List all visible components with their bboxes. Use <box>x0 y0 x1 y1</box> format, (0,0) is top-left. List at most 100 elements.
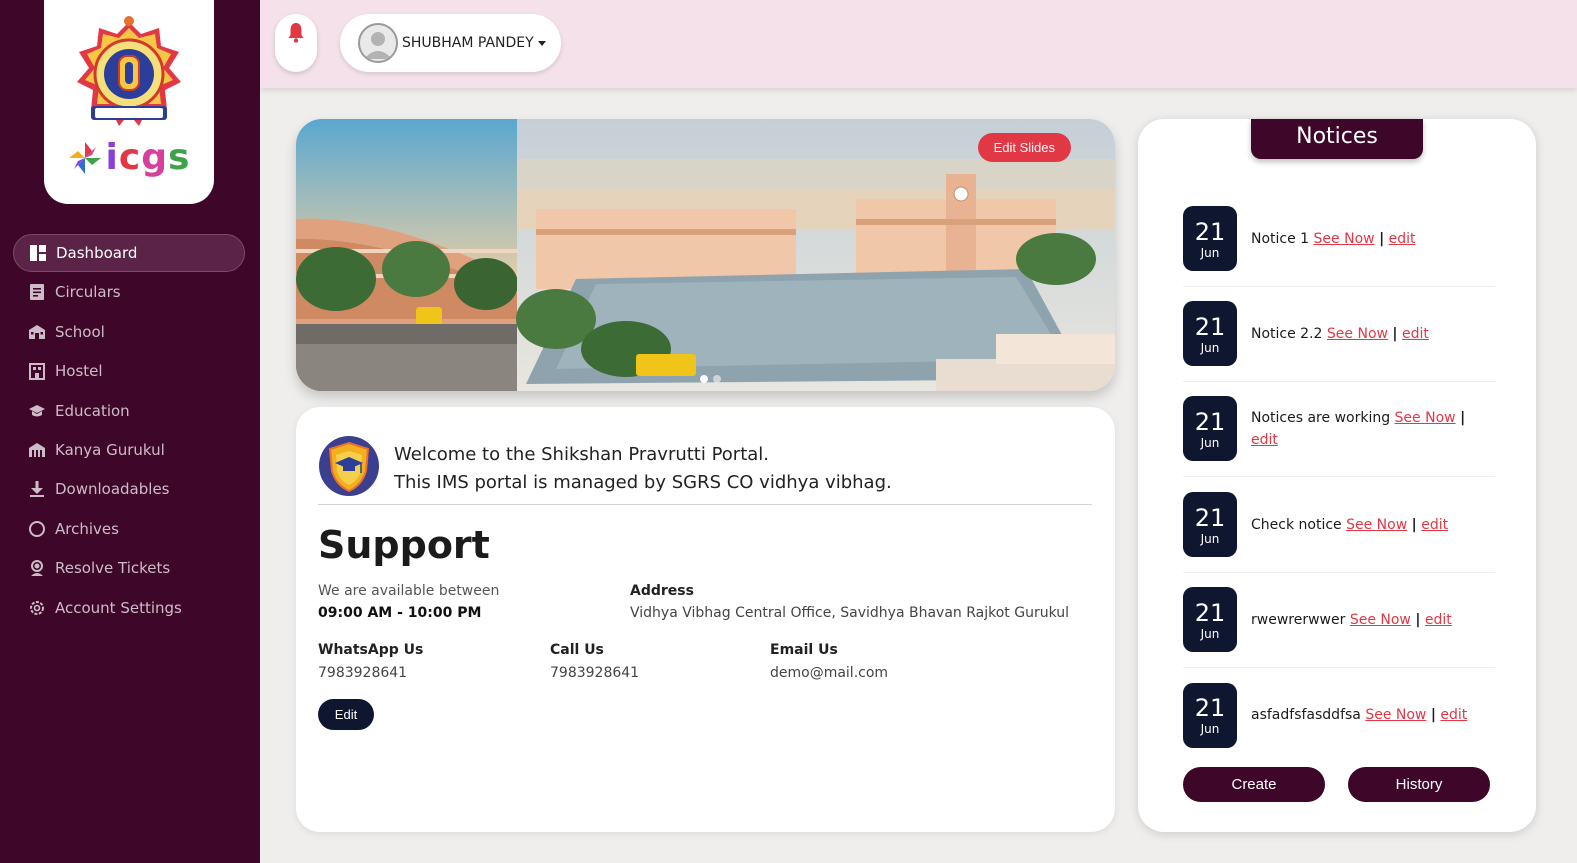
notice-title: Notice 2.2 <box>1251 325 1323 342</box>
brand-name: icgs <box>105 137 191 178</box>
carousel-dot[interactable] <box>700 375 708 383</box>
address-value: Vidhya Vibhag Central Office, Savidhya B… <box>630 605 1070 621</box>
separator: | <box>1430 707 1436 723</box>
sidebar-item-dashboard[interactable]: Dashboard <box>13 234 245 272</box>
whatsapp-value: 7983928641 <box>318 665 408 681</box>
user-menu-button[interactable]: SHUBHAM PANDEY <box>340 14 561 72</box>
notice-title: Check notice <box>1251 516 1342 533</box>
sidebar-item-downloadables[interactable]: Downloadables <box>13 470 245 508</box>
archive-circle-icon <box>28 520 46 538</box>
see-now-link[interactable]: See Now <box>1346 517 1407 533</box>
edit-notice-link[interactable]: edit <box>1440 707 1467 723</box>
edit-slides-button[interactable]: Edit Slides <box>977 133 1071 162</box>
notice-text: asfadfsfasddfsa See Now | edit <box>1251 704 1467 726</box>
sidebar-item-kanya-gurukul[interactable]: Kanya Gurukul <box>13 431 245 469</box>
whatsapp-label: WhatsApp Us <box>318 642 424 658</box>
notice-text: Notice 2.2 See Now | edit <box>1251 323 1429 345</box>
separator: | <box>1379 230 1385 247</box>
notice-text: Notices are working See Now | edit <box>1251 407 1495 451</box>
edit-notice-link[interactable]: edit <box>1251 432 1278 448</box>
notice-day: 21 <box>1194 217 1226 246</box>
see-now-link[interactable]: See Now <box>1314 231 1375 247</box>
separator: | <box>1415 611 1421 628</box>
sidebar-item-label: School <box>55 322 105 341</box>
notice-date: 21 Jun <box>1183 206 1237 271</box>
sidebar-nav: Dashboard Circulars School Hostel Educat… <box>13 234 245 628</box>
user-avatar-icon <box>364 32 392 59</box>
separator: | <box>1411 516 1417 533</box>
notice-month: Jun <box>1200 245 1220 260</box>
notice-item: 21 Jun Check notice See Now | edit <box>1183 477 1495 573</box>
notice-item: 21 Jun rwewrerwwer See Now | edit <box>1183 572 1495 668</box>
notice-title: asfadfsfasddfsa <box>1251 707 1361 723</box>
notice-item: 21 Jun Notices are working See Now | edi… <box>1183 381 1495 477</box>
notice-text: Notice 1 See Now | edit <box>1251 228 1416 250</box>
carousel-dot[interactable] <box>713 375 721 383</box>
notice-day: 21 <box>1194 312 1226 341</box>
sidebar-item-hostel[interactable]: Hostel <box>13 352 245 390</box>
image-carousel[interactable]: Edit Slides <box>296 119 1115 391</box>
notice-date: 21 Jun <box>1183 587 1237 652</box>
availability-label: We are available between <box>318 583 500 599</box>
notice-date: 21 Jun <box>1183 301 1237 366</box>
sidebar: icgs Dashboard Circulars School Hostel E… <box>0 0 260 863</box>
sidebar-item-label: Account Settings <box>55 598 182 617</box>
edit-notice-link[interactable]: edit <box>1402 326 1429 342</box>
education-shield-icon <box>319 436 379 496</box>
welcome-text: Welcome to the Shikshan Pravrutti Portal… <box>394 441 892 504</box>
notifications-button[interactable] <box>275 14 317 72</box>
user-name: SHUBHAM PANDEY <box>402 35 534 51</box>
notice-day: 21 <box>1194 503 1226 532</box>
notice-item: 21 Jun Notice 1 See Now | edit <box>1183 191 1495 287</box>
sidebar-item-label: Dashboard <box>56 244 138 262</box>
sidebar-item-label: Archives <box>55 519 119 538</box>
call-label: Call Us <box>550 642 604 658</box>
welcome-banner: Welcome to the Shikshan Pravrutti Portal… <box>318 435 1092 505</box>
school-icon <box>28 323 46 341</box>
notice-month: Jun <box>1200 435 1220 450</box>
email-label: Email Us <box>770 642 838 658</box>
notice-text: Check notice See Now | edit <box>1251 514 1448 536</box>
building-icon <box>28 362 46 381</box>
see-now-link[interactable]: See Now <box>1327 326 1388 342</box>
sidebar-item-resolve-tickets[interactable]: Resolve Tickets <box>13 549 245 587</box>
edit-notice-link[interactable]: edit <box>1421 517 1448 533</box>
support-title: Support <box>318 523 490 567</box>
sidebar-item-account-settings[interactable]: Account Settings <box>13 589 245 627</box>
kanya-building-icon <box>28 441 46 459</box>
sidebar-item-school[interactable]: School <box>13 313 245 351</box>
download-icon <box>28 480 46 498</box>
notice-date: 21 Jun <box>1183 492 1237 557</box>
see-now-link[interactable]: See Now <box>1350 612 1411 628</box>
logo-card[interactable]: icgs <box>44 0 214 204</box>
notice-day: 21 <box>1194 407 1226 436</box>
gear-icon <box>28 599 46 617</box>
availability-hours: 09:00 AM - 10:00 PM <box>318 605 482 621</box>
edit-notice-link[interactable]: edit <box>1389 231 1416 247</box>
pinwheel-logo-icon <box>68 142 101 174</box>
notice-history-button[interactable]: History <box>1348 767 1490 802</box>
sidebar-item-circulars[interactable]: Circulars <box>13 273 245 311</box>
sidebar-item-label: Education <box>55 401 130 420</box>
notice-text: rwewrerwwer See Now | edit <box>1251 609 1452 631</box>
notice-date: 21 Jun <box>1183 396 1237 461</box>
sidebar-item-label: Circulars <box>55 283 121 302</box>
notice-month: Jun <box>1200 626 1220 641</box>
create-notice-button[interactable]: Create <box>1183 767 1325 802</box>
edit-support-button[interactable]: Edit <box>318 699 374 730</box>
edit-notice-link[interactable]: edit <box>1425 612 1452 628</box>
notice-date: 21 Jun <box>1183 682 1237 748</box>
brand-logo: icgs <box>68 140 191 176</box>
notice-month: Jun <box>1200 722 1220 736</box>
see-now-link[interactable]: See Now <box>1365 707 1426 723</box>
notice-title: Notices are working <box>1251 409 1391 426</box>
notice-title: rwewrerwwer <box>1251 611 1346 628</box>
sidebar-item-label: Resolve Tickets <box>55 559 171 578</box>
see-now-link[interactable]: See Now <box>1395 410 1456 426</box>
separator: | <box>1392 325 1398 342</box>
bell-icon <box>288 23 304 43</box>
notice-day: 21 <box>1194 598 1226 627</box>
sidebar-item-archives[interactable]: Archives <box>13 510 245 548</box>
sidebar-item-label: Downloadables <box>55 480 170 499</box>
sidebar-item-education[interactable]: Education <box>13 392 245 430</box>
